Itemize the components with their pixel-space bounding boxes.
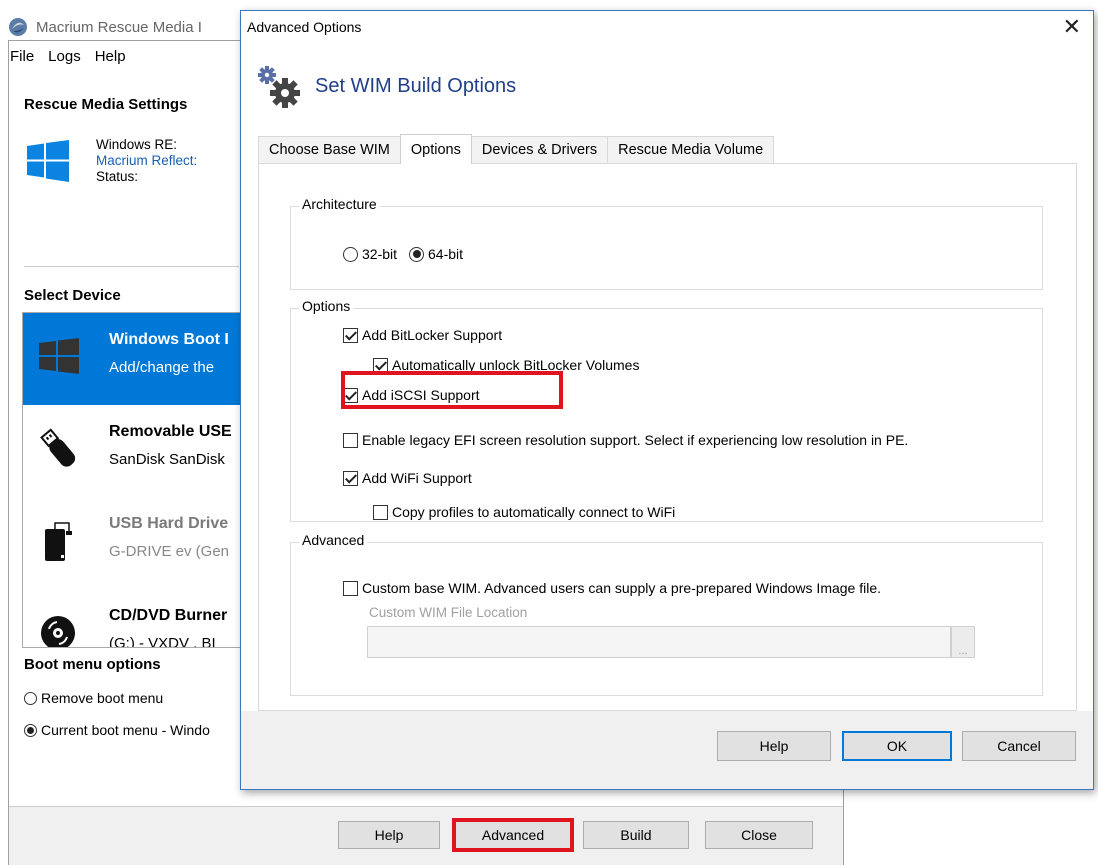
arch-32bit-radio[interactable]: 32-bit	[343, 246, 397, 262]
options-label: Options	[299, 298, 354, 314]
select-device-title: Select Device	[24, 287, 121, 304]
remove-boot-menu-label: Remove boot menu	[41, 690, 164, 706]
advanced-button[interactable]: Advanced	[452, 818, 574, 852]
arch-64bit-radio[interactable]: 64-bit	[409, 246, 463, 262]
radio-button[interactable]	[24, 691, 37, 705]
legacy-efi-label: Enable legacy EFI screen resolution supp…	[362, 432, 909, 448]
checkbox[interactable]	[343, 580, 358, 596]
radio-button[interactable]	[409, 246, 424, 262]
wim-browse-button[interactable]: ...	[951, 626, 975, 658]
wim-location-label: Custom WIM File Location	[369, 605, 528, 620]
advanced-options-dialog: Advanced Options ✕ Set WIM Build Options	[240, 10, 1094, 790]
status-label: Status:	[96, 169, 139, 184]
remove-boot-menu-radio[interactable]: Remove boot menu	[24, 690, 163, 706]
boot-menu-options-title: Boot menu options	[24, 656, 161, 673]
current-boot-menu-radio[interactable]: Current boot menu - Windo	[24, 722, 210, 738]
close-button[interactable]: Close	[705, 821, 813, 849]
arch-64bit-label: 64-bit	[428, 246, 464, 262]
wim-location-input[interactable]	[367, 626, 951, 658]
gears-icon	[258, 66, 300, 108]
architecture-label: Architecture	[299, 196, 380, 212]
device-item-windows-boot[interactable]: Windows Boot I Add/change the	[23, 313, 240, 405]
main-window-title-text: Macrium Rescue Media I	[36, 18, 202, 36]
radio-button[interactable]	[343, 246, 358, 262]
legacy-efi-checkbox[interactable]: Enable legacy EFI screen resolution supp…	[343, 432, 908, 448]
windows-re-label: Windows RE:	[96, 137, 178, 152]
device-name: USB Hard Drive	[109, 515, 229, 532]
custom-wim-checkbox[interactable]: Custom base WIM. Advanced users can supp…	[343, 580, 881, 596]
wifi-checkbox[interactable]: Add WiFi Support	[343, 470, 472, 486]
main-window-footer: Help Advanced Build Close	[9, 806, 843, 865]
device-list: Windows Boot I Add/change the Removable …	[22, 312, 241, 648]
device-item-removable-usb[interactable]: Removable USE SanDisk SanDisk	[23, 405, 240, 497]
windows-logo-icon	[27, 140, 69, 182]
device-item-cd-dvd-burner[interactable]: CD/DVD Burner (G:) - VXDV , BI	[23, 589, 240, 648]
dialog-title: Advanced Options	[247, 19, 362, 35]
checkbox[interactable]	[343, 470, 358, 486]
custom-wim-label: Custom base WIM. Advanced users can supp…	[362, 580, 882, 596]
dialog-header: Set WIM Build Options	[315, 75, 517, 97]
section-divider	[24, 266, 239, 267]
build-button[interactable]: Build	[583, 821, 689, 849]
menu-help[interactable]: Help	[95, 48, 126, 65]
architecture-group: Architecture	[290, 196, 1043, 290]
rescue-media-info: Windows RE: Macrium Reflect: Status:	[96, 137, 197, 185]
main-window-title: Macrium Rescue Media I	[8, 12, 202, 42]
usb-stick-icon	[40, 428, 76, 467]
dialog-close-icon[interactable]: ✕	[1063, 15, 1081, 39]
main-help-button[interactable]: Help	[338, 821, 440, 849]
menu-logs[interactable]: Logs	[48, 48, 81, 65]
checkbox[interactable]	[343, 327, 358, 343]
macrium-logo-icon	[9, 18, 27, 36]
macrium-reflect-label[interactable]: Macrium Reflect:	[96, 153, 197, 169]
tab-rescue-media-volume[interactable]: Rescue Media Volume	[607, 136, 775, 163]
options-tab-panel: Architecture 32-bit 64-bit Options Add B…	[258, 163, 1077, 711]
dialog-cancel-button[interactable]: Cancel	[962, 731, 1076, 761]
checkbox[interactable]	[373, 504, 388, 520]
device-item-usb-hard-drive[interactable]: USB Hard Drive G-DRIVE ev (Gen	[23, 497, 240, 589]
arch-32bit-label: 32-bit	[362, 246, 398, 262]
tab-choose-base-wim[interactable]: Choose Base WIM	[258, 136, 401, 163]
device-name: Windows Boot I	[109, 331, 229, 348]
device-desc: SanDisk SanDisk	[109, 451, 225, 468]
dialog-help-button[interactable]: Help	[717, 731, 831, 761]
dialog-ok-button[interactable]: OK	[842, 731, 952, 761]
external-drive-icon	[45, 522, 72, 561]
bitlocker-checkbox[interactable]: Add BitLocker Support	[343, 327, 502, 343]
rescue-media-settings-title: Rescue Media Settings	[24, 96, 188, 113]
device-desc: (G:) - VXDV , BI	[109, 635, 216, 648]
tab-devices-drivers[interactable]: Devices & Drivers	[470, 136, 609, 163]
bitlocker-label: Add BitLocker Support	[362, 327, 503, 343]
device-desc: G-DRIVE ev (Gen	[109, 543, 230, 560]
windows-logo-icon	[39, 338, 79, 374]
current-boot-menu-label: Current boot menu - Windo	[41, 722, 210, 738]
tab-bar: Choose Base WIM Options Devices & Driver…	[258, 134, 775, 164]
advanced-label: Advanced	[299, 532, 368, 548]
device-name: Removable USE	[109, 423, 232, 440]
iscsi-highlight-box	[341, 371, 563, 409]
checkbox[interactable]	[343, 432, 358, 448]
menu-bar: File Logs Help	[10, 48, 126, 65]
disc-icon	[41, 616, 75, 647]
device-desc: Add/change the	[109, 359, 215, 376]
menu-file[interactable]: File	[10, 48, 34, 65]
dialog-footer: Help OK Cancel	[241, 711, 1093, 789]
wifi-label: Add WiFi Support	[362, 470, 472, 486]
radio-button[interactable]	[24, 723, 37, 737]
device-name: CD/DVD Burner	[109, 607, 228, 624]
wifi-profiles-label: Copy profiles to automatically connect t…	[392, 504, 676, 520]
wifi-profiles-checkbox[interactable]: Copy profiles to automatically connect t…	[373, 504, 675, 520]
tab-options[interactable]: Options	[399, 134, 472, 164]
